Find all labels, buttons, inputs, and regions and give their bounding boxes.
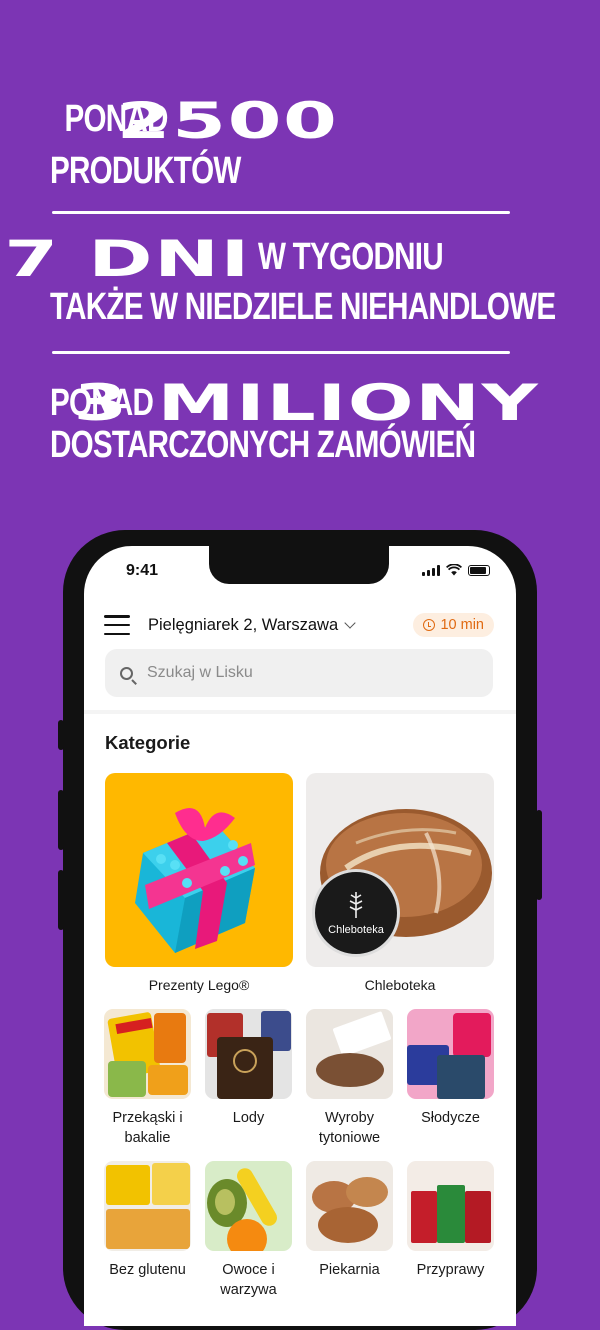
category-card-snacks[interactable]: Przekąski i bakalie (104, 1009, 191, 1148)
category-card-tobacco[interactable]: Wyroby tytoniowe (306, 1009, 393, 1148)
category-card-bakery[interactable]: Piekarnia (306, 1161, 393, 1280)
ice-cream-image (205, 1009, 292, 1099)
phone-button (536, 810, 542, 900)
category-card-fruits-vegetables[interactable]: Owoce i warzywa (205, 1161, 292, 1300)
snacks-image (104, 1009, 191, 1099)
chevron-down-icon (344, 616, 356, 629)
section-title: Kategorie (105, 732, 191, 753)
eta-text: 10 min (440, 617, 484, 633)
category-label: Bez glutenu (109, 1262, 186, 1278)
sweets-image (407, 1009, 494, 1099)
status-icons (422, 564, 490, 576)
tobacco-image (306, 1009, 393, 1099)
lego-gift-image (105, 773, 293, 967)
category-label: Owoce i warzywa (220, 1262, 277, 1298)
promo-divider (52, 211, 510, 214)
search-input[interactable]: Szukaj w Lisku (105, 649, 493, 697)
promo-big-number-2: 7 dni (4, 230, 251, 288)
menu-icon[interactable] (104, 615, 130, 635)
category-card-ice-cream[interactable]: Lody (205, 1009, 292, 1128)
address-selector[interactable]: Pielęgniarek 2, Warszawa (148, 615, 356, 635)
promo-big-number-1: 2500 (116, 92, 339, 150)
category-card-spices[interactable]: Przyprawy (407, 1161, 494, 1280)
bakery-image (306, 1161, 393, 1251)
phone-button (58, 870, 64, 930)
category-label: Chleboteka (364, 977, 436, 993)
search-placeholder: Szukaj w Lisku (147, 664, 253, 681)
promo-banner: Ponad 2500 produktów 7 dni w tygodniu ta… (0, 0, 600, 500)
category-card-sweets[interactable]: Słodycze (407, 1009, 494, 1128)
battery-icon (468, 564, 490, 576)
category-label: Przekąski i bakalie (112, 1110, 183, 1146)
app-screen: 9:41 Pielęgniarek 2, Warszawa 10 min Szu… (84, 546, 516, 1326)
bread-image: Chleboteka (306, 773, 494, 967)
address-text: Pielęgniarek 2, Warszawa (148, 615, 339, 634)
status-time: 9:41 (126, 562, 159, 579)
category-label: Piekarnia (319, 1262, 380, 1278)
fruits-vegetables-image (205, 1161, 292, 1251)
category-label: Prezenty Lego® (148, 977, 250, 993)
category-label: Słodycze (421, 1110, 480, 1126)
gluten-free-image (104, 1161, 191, 1251)
divider (84, 710, 516, 714)
promo-divider (52, 351, 510, 354)
promo-line-3: w tygodniu (258, 236, 444, 278)
signal-icon (422, 564, 440, 576)
wifi-icon (446, 564, 462, 576)
category-label: Lody (232, 1110, 265, 1126)
category-label: Wyroby tytoniowe (318, 1110, 381, 1146)
promo-line-2: produktów (50, 150, 241, 192)
phone-button (58, 720, 64, 750)
category-card-gluten-free[interactable]: Bez glutenu (104, 1161, 191, 1280)
category-card-lego[interactable]: Prezenty Lego® (105, 773, 293, 995)
phone-button (58, 790, 64, 850)
category-card-chleboteka[interactable]: Chleboteka Chleboteka (306, 773, 494, 995)
phone-notch (209, 546, 389, 584)
promo-line-4: także w niedziele niehandlowe (50, 286, 556, 328)
search-icon (120, 666, 133, 680)
app-header: Pielęgniarek 2, Warszawa 10 min (104, 610, 494, 640)
spices-image (407, 1161, 494, 1251)
category-label: Przyprawy (416, 1262, 485, 1278)
chleboteka-logo: Chleboteka (312, 869, 400, 957)
wheat-icon (349, 892, 363, 918)
delivery-eta-badge: 10 min (413, 613, 494, 637)
logo-text: Chleboteka (328, 924, 384, 936)
promo-line-6: dostarczonych zamówień (50, 424, 476, 466)
clock-icon (423, 619, 436, 631)
